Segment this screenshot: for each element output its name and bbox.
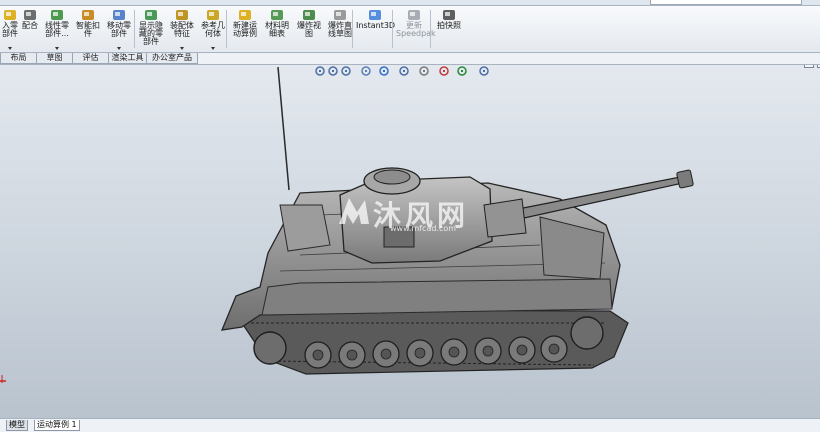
instant3d-button[interactable]: Instant3D xyxy=(356,6,396,52)
mate-button[interactable]: 配合 xyxy=(20,6,40,52)
bom-table-icon xyxy=(270,9,284,21)
chevron-down-icon[interactable] xyxy=(55,47,59,50)
ribbon-separator xyxy=(392,10,393,48)
show-hidden-button[interactable]: 显示隐 藏的零 部件 xyxy=(136,6,166,52)
ribbon-separator xyxy=(352,10,353,48)
chevron-down-icon[interactable] xyxy=(8,47,12,50)
exploded-view-label: 爆炸视 图 xyxy=(297,21,321,38)
linear-pattern-icon xyxy=(50,9,64,21)
chevron-down-icon[interactable] xyxy=(211,47,215,50)
smart-fasteners-label: 智能扣 件 xyxy=(76,21,100,38)
insert-parts-label: 入零 部件 xyxy=(2,21,18,38)
command-manager-ribbon: 入零 部件 配合 线性零 部件... 智能扣 件移动零 部件 显示隐 藏的零 部件 装配体… xyxy=(0,6,820,53)
tab-4[interactable]: 办公室产品 xyxy=(146,53,198,64)
insert-parts-button[interactable]: 入零 部件 xyxy=(0,6,20,52)
instant3d-icon xyxy=(368,9,382,21)
assembly-features-label: 装配体 特征 xyxy=(170,21,194,38)
tab-2[interactable]: 评估 xyxy=(72,53,109,64)
explode-line-sketch-button[interactable]: 爆炸直 线草图 xyxy=(326,6,354,52)
move-component-button[interactable]: 移动零 部件 xyxy=(104,6,134,52)
tab-model[interactable]: 模型 xyxy=(6,420,28,431)
linear-pattern-button[interactable]: 线性零 部件... xyxy=(42,6,72,52)
linear-pattern-label: 线性零 部件... xyxy=(45,21,69,38)
ribbon-separator xyxy=(134,10,135,48)
show-hidden-label: 显示隐 藏的零 部件 xyxy=(139,21,163,46)
instant3d-label: Instant3D xyxy=(356,21,396,30)
bom-label: 材料明 细表 xyxy=(265,21,289,38)
side-skirt xyxy=(261,278,613,316)
antenna xyxy=(277,66,290,191)
chevron-down-icon[interactable] xyxy=(180,47,184,50)
assembly-feature-icon xyxy=(175,9,189,21)
new-motion-study-label: 新建运 动算例 xyxy=(233,21,257,38)
smart-fastener-icon xyxy=(81,9,95,21)
watermark-logo-icon xyxy=(339,198,369,224)
reference-geometry-button[interactable]: 参考几 何体 xyxy=(198,6,228,52)
smart-fasteners-button[interactable]: 智能扣 件 xyxy=(74,6,102,52)
update-speedpak-button[interactable]: 更新 Speedpak xyxy=(396,6,436,52)
move-component-label: 移动零 部件 xyxy=(107,21,131,38)
explode-line-sketch-label: 爆炸直 线草图 xyxy=(328,21,352,38)
tank-3d-model[interactable] xyxy=(0,65,820,418)
explode-line-icon xyxy=(333,9,347,21)
speedpak-icon xyxy=(407,9,421,21)
tab-3[interactable]: 渲染工具 xyxy=(108,53,147,64)
reference-geometry-icon xyxy=(206,9,220,21)
graphics-viewport[interactable]: 沐风网 www.mfcad.com xyxy=(0,65,820,418)
assembly-features-button[interactable]: 装配体 特征 xyxy=(168,6,196,52)
drive-sprocket xyxy=(253,331,287,365)
update-speedpak-label: 更新 Speedpak xyxy=(396,21,436,38)
exploded-view-icon xyxy=(302,9,316,21)
take-snapshot-button[interactable]: 拍快照 xyxy=(434,6,464,52)
chevron-down-icon[interactable] xyxy=(117,47,121,50)
bottom-model-tabs: 模型 运动算例 1 xyxy=(0,418,820,432)
command-manager-tabs: 布局 草图 评估 渲染工具 办公室产品 xyxy=(0,53,820,65)
reference-geometry-label: 参考几 何体 xyxy=(201,21,225,38)
bom-button[interactable]: 材料明 细表 xyxy=(262,6,292,52)
mate-label: 配合 xyxy=(22,21,38,30)
idler-wheel xyxy=(570,316,604,350)
search-box-edge[interactable] xyxy=(650,0,802,5)
show-hidden-icon xyxy=(144,9,158,21)
camera-snapshot-icon xyxy=(442,9,456,21)
motion-study-icon xyxy=(238,9,252,21)
paperclip-mate-icon xyxy=(23,9,37,21)
exploded-view-button[interactable]: 爆炸视 图 xyxy=(294,6,324,52)
ribbon-separator xyxy=(430,10,431,48)
tab-motion-study-1[interactable]: 运动算例 1 xyxy=(34,420,80,431)
take-snapshot-label: 拍快照 xyxy=(437,21,461,30)
insert-part-icon xyxy=(3,9,17,21)
new-motion-study-button[interactable]: 新建运 动算例 xyxy=(230,6,260,52)
tab-0[interactable]: 布局 xyxy=(0,53,37,64)
watermark-url: www.mfcad.com xyxy=(390,224,457,233)
ribbon-separator xyxy=(226,10,227,48)
origin-triad-icon xyxy=(0,375,6,383)
move-component-icon xyxy=(112,9,126,21)
tab-1[interactable]: 草图 xyxy=(36,53,73,64)
